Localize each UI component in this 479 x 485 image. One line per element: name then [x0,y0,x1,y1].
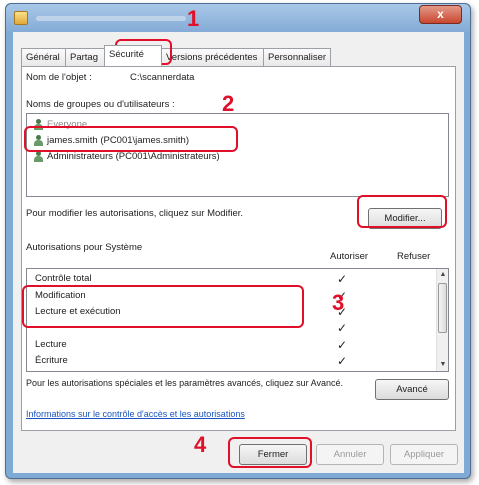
object-name-value: C:\scannerdata [130,72,195,83]
dialog-client-area: Général Partag Sécurité Versions précéde… [13,32,464,473]
window-title-blurred [36,16,186,21]
callout-number-2: 2 [222,91,235,116]
callout-number-1: 1 [187,6,200,31]
callout-number-4: 4 [194,432,207,457]
security-panel: Nom de l'objet : C:\scannerdata Noms de … [21,66,456,431]
allow-column-header: Autoriser [330,251,369,262]
permission-label: Écriture [35,355,68,366]
permission-label: Lecture [35,339,67,350]
scroll-up-icon[interactable]: ▲ [437,269,449,281]
allow-check-icon: ✓ [337,321,348,335]
highlight-user-entry [24,126,238,152]
access-control-help-link[interactable]: Informations sur le contrôle d'accès et … [26,409,245,419]
callout-number-3: 3 [332,290,345,315]
allow-check-icon: ✓ [337,272,348,286]
permissions-scrollbar[interactable]: ▲ ▼ [436,269,448,371]
cancel-button[interactable]: Annuler [316,444,384,465]
properties-window: x Général Partag Sécurité Versions précé… [5,3,471,479]
highlight-close-button [228,437,312,468]
user-group-icon [33,150,43,162]
advanced-button[interactable]: Avancé [375,379,449,400]
tab-security[interactable]: Sécurité [104,45,162,66]
allow-check-icon: ✓ [337,338,348,352]
tab-customize[interactable]: Personnaliser [263,48,331,66]
highlight-modify-button [357,195,447,228]
scroll-down-icon[interactable]: ▼ [437,359,449,371]
tab-strip: Général Partag Sécurité Versions précéde… [21,45,331,66]
tab-sharing[interactable]: Partag [65,48,105,66]
apply-button[interactable]: Appliquer [390,444,458,465]
highlight-permission-rows [22,285,304,328]
tab-general[interactable]: Général [21,48,66,66]
object-name-label: Nom de l'objet : [26,72,92,83]
groups-label: Noms de groupes ou d'utilisateurs : [26,99,175,110]
deny-column-header: Refuser [397,251,431,262]
group-name: Administrateurs (PC001\Administrateurs) [47,150,220,162]
permissions-title: Autorisations pour Système [26,242,143,253]
close-window-button[interactable]: x [419,5,462,24]
modify-hint: Pour modifier les autorisations, cliquez… [26,208,244,219]
folder-icon [14,11,28,25]
tab-previous-versions[interactable]: Versions précédentes [161,48,264,66]
allow-check-icon: ✓ [337,354,348,368]
title-bar[interactable]: x [6,4,470,32]
advanced-hint: Pour les autorisations spéciales et les … [26,378,343,388]
scroll-thumb[interactable] [438,283,447,333]
permission-row: Écriture ✓ [35,354,415,369]
permission-row: Lecture ✓ [35,338,415,353]
permission-label: Contrôle total [35,273,92,284]
